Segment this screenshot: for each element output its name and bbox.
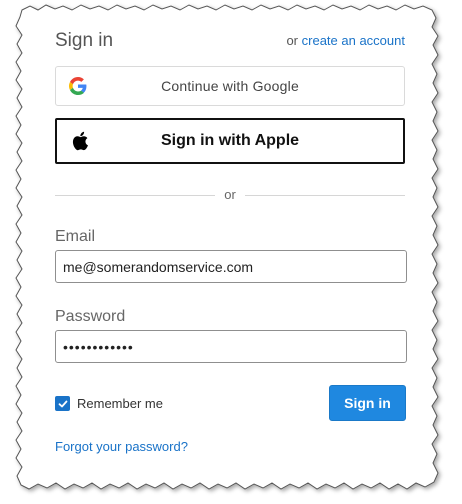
remember-me-checkbox[interactable] bbox=[55, 396, 70, 411]
checkmark-icon bbox=[58, 400, 67, 407]
sign-in-button[interactable]: Sign in bbox=[329, 385, 406, 421]
remember-me-label: Remember me bbox=[77, 396, 163, 411]
create-account-link[interactable]: create an account bbox=[302, 33, 405, 48]
apple-button-label: Sign in with Apple bbox=[160, 132, 300, 149]
divider-or-text: or bbox=[224, 187, 236, 202]
continue-with-google-button[interactable]: Continue with Google bbox=[55, 66, 405, 106]
divider-line-left bbox=[55, 195, 215, 196]
sign-in-with-apple-button[interactable]: Sign in with Apple bbox=[55, 118, 405, 164]
page-title: Sign in bbox=[55, 30, 114, 51]
remember-me-checkbox-row[interactable]: Remember me bbox=[55, 396, 163, 411]
email-field[interactable] bbox=[55, 250, 407, 283]
divider-line-right bbox=[245, 195, 405, 196]
apple-icon bbox=[72, 131, 88, 151]
password-field[interactable] bbox=[55, 330, 407, 363]
header-row: Sign in or create an account bbox=[55, 30, 405, 54]
forgot-password-link[interactable]: Forgot your password? bbox=[55, 439, 188, 454]
sign-in-panel: Sign in or create an account Continue wi… bbox=[30, 16, 430, 484]
password-label: Password bbox=[55, 308, 126, 325]
create-account-row: or create an account bbox=[286, 33, 405, 48]
google-button-label: Continue with Google bbox=[161, 78, 299, 94]
google-icon bbox=[69, 77, 87, 95]
email-label: Email bbox=[55, 228, 96, 245]
or-text: or bbox=[286, 33, 299, 48]
